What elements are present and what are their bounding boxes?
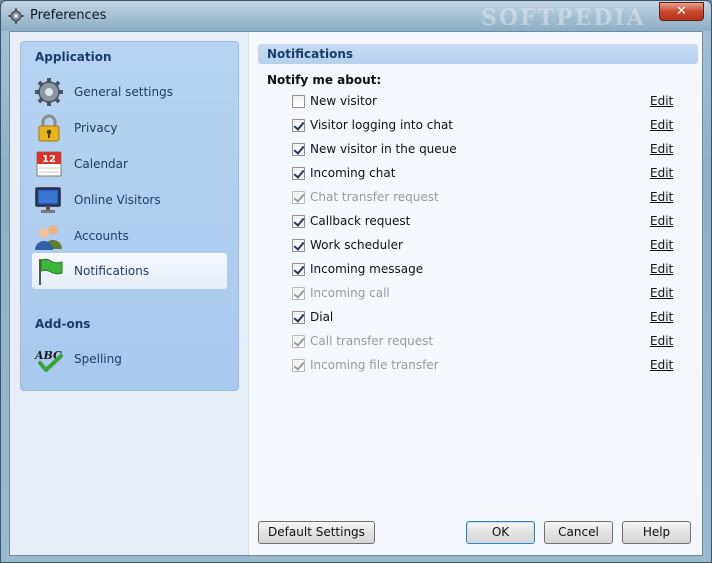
- notification-label: Work scheduler: [310, 238, 403, 252]
- notification-label: Call transfer request: [310, 334, 434, 348]
- client-area: Application General settings Privacy 12 …: [9, 31, 703, 556]
- sidebar-item-spelling[interactable]: ABC Spelling: [32, 342, 227, 376]
- notification-checkbox: [292, 191, 305, 204]
- ok-button[interactable]: OK: [466, 521, 535, 544]
- notify-label: Notify me about:: [267, 73, 382, 87]
- notification-checkbox[interactable]: [292, 95, 305, 108]
- notification-label: Visitor logging into chat: [310, 118, 454, 132]
- users-icon: [35, 225, 62, 250]
- notification-label: Incoming chat: [310, 166, 396, 180]
- close-button[interactable]: ✕: [659, 2, 704, 21]
- window-title: Preferences: [30, 8, 107, 23]
- cancel-button[interactable]: Cancel: [544, 521, 613, 544]
- notification-checkbox[interactable]: [292, 311, 305, 324]
- sidebar-item-label: Notifications: [74, 264, 150, 278]
- notification-label: New visitor in the queue: [310, 142, 457, 156]
- notification-row: Incoming file transfer Edit: [292, 357, 673, 375]
- notification-row: Work scheduler Edit: [292, 237, 673, 255]
- notification-label: New visitor: [310, 94, 377, 108]
- calendar-icon: 12: [36, 151, 62, 177]
- notification-label: Incoming message: [310, 262, 424, 276]
- notification-row: Visitor logging into chat Edit: [292, 117, 673, 135]
- sidebar-item-label: Accounts: [74, 229, 129, 243]
- notification-row: Callback request Edit: [292, 213, 673, 231]
- notification-row: New visitor in the queue Edit: [292, 141, 673, 159]
- notification-row: Chat transfer request Edit: [292, 189, 673, 207]
- sidebar-item-label: Calendar: [74, 157, 128, 171]
- monitor-icon: [35, 187, 61, 213]
- notification-label: Incoming call: [310, 286, 390, 300]
- notification-row: Incoming call Edit: [292, 285, 673, 303]
- sidebar-item-label: Online Visitors: [74, 193, 161, 207]
- help-button[interactable]: Help: [622, 521, 691, 544]
- notification-label: Chat transfer request: [310, 190, 439, 204]
- notification-label: Dial: [310, 310, 334, 324]
- notification-label: Incoming file transfer: [310, 358, 439, 372]
- sidebar-item-notifications[interactable]: Notifications: [32, 253, 227, 289]
- edit-link[interactable]: Edit: [650, 286, 673, 300]
- edit-link[interactable]: Edit: [650, 334, 673, 348]
- sidebar-item-accounts[interactable]: Accounts: [32, 219, 227, 253]
- preferences-window: Preferences SOFTPEDIA ✕ Application Gene…: [0, 0, 712, 563]
- notification-row: Incoming chat Edit: [292, 165, 673, 183]
- notification-checkbox[interactable]: [292, 215, 305, 228]
- notification-checkbox[interactable]: [292, 143, 305, 156]
- edit-link[interactable]: Edit: [650, 358, 673, 372]
- edit-link[interactable]: Edit: [650, 118, 673, 132]
- notification-row: Incoming message Edit: [292, 261, 673, 279]
- edit-link[interactable]: Edit: [650, 262, 673, 276]
- lock-icon: [38, 114, 60, 142]
- watermark-text: SOFTPEDIA: [481, 5, 646, 31]
- notification-checkbox[interactable]: [292, 119, 305, 132]
- notification-row: Call transfer request Edit: [292, 333, 673, 351]
- edit-link[interactable]: Edit: [650, 238, 673, 252]
- spellcheck-icon: ABC: [34, 349, 63, 372]
- sidebar-item-label: General settings: [74, 85, 173, 99]
- edit-link[interactable]: Edit: [650, 310, 673, 324]
- sidebar-item-label: Spelling: [74, 352, 122, 366]
- notification-checkbox[interactable]: [292, 167, 305, 180]
- notification-row: New visitor Edit: [292, 93, 673, 111]
- notification-label: Callback request: [310, 214, 411, 228]
- gear-icon: [35, 78, 63, 106]
- sidebar-item-online-visitors[interactable]: Online Visitors: [32, 183, 227, 217]
- section-header: Notifications: [258, 44, 698, 64]
- sidebar-item-general-settings[interactable]: General settings: [32, 75, 227, 109]
- notification-checkbox[interactable]: [292, 239, 305, 252]
- edit-link[interactable]: Edit: [650, 214, 673, 228]
- edit-link[interactable]: Edit: [650, 190, 673, 204]
- notification-checkbox: [292, 287, 305, 300]
- sidebar-panel: Application General settings Privacy 12 …: [10, 32, 249, 555]
- sidebar: Application General settings Privacy 12 …: [20, 41, 239, 391]
- default-settings-button[interactable]: Default Settings: [258, 521, 375, 544]
- edit-link[interactable]: Edit: [650, 142, 673, 156]
- sidebar-item-label: Privacy: [74, 121, 118, 135]
- sidebar-heading-application: Application: [35, 50, 112, 64]
- edit-link[interactable]: Edit: [650, 94, 673, 108]
- sidebar-item-calendar[interactable]: 12 Calendar: [32, 147, 227, 181]
- notification-checkbox: [292, 335, 305, 348]
- title-bar[interactable]: Preferences SOFTPEDIA ✕: [1, 1, 711, 31]
- notifications-panel: Notifications Notify me about: New visit…: [258, 44, 698, 504]
- notification-row: Dial Edit: [292, 309, 673, 327]
- notification-checkbox: [292, 359, 305, 372]
- sidebar-item-privacy[interactable]: Privacy: [32, 111, 227, 145]
- edit-link[interactable]: Edit: [650, 166, 673, 180]
- flag-icon: [39, 258, 63, 285]
- notification-checkbox[interactable]: [292, 263, 305, 276]
- gear-icon: [8, 8, 24, 24]
- sidebar-heading-add-ons: Add-ons: [35, 317, 91, 331]
- calendar-badge: 12: [42, 154, 56, 165]
